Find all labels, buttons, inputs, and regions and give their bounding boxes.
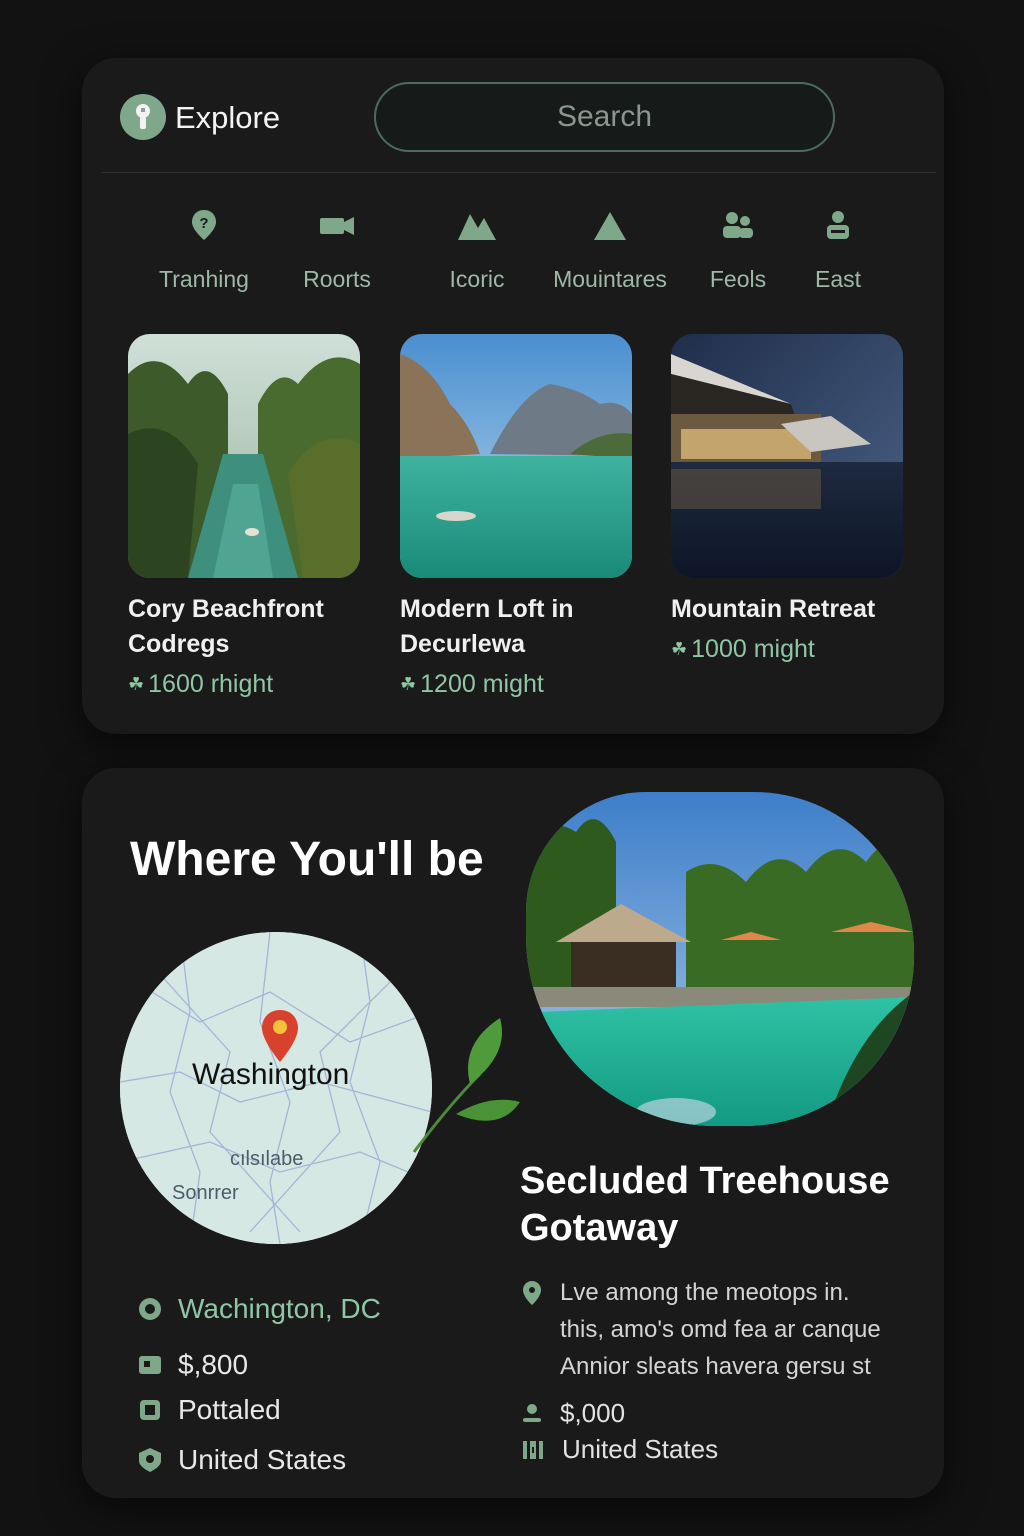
featured-country-row: United States [522,1434,718,1465]
featured-price: $,000 [560,1398,626,1428]
help-circle-icon: ? [192,210,216,240]
page-title: Explore [175,100,281,135]
listing-price: ☘ 1000 might [671,635,905,664]
shield-icon [139,1448,161,1472]
listing-title-line: Codregs [128,630,230,658]
category-tab-mouintares[interactable]: Mouintares [540,208,680,293]
location-type: Pottaled [178,1394,281,1425]
listing-card[interactable]: Cory Beachfront Codregs ☘ 1600 rhight [128,334,362,699]
category-label: Roorts [303,266,371,292]
listing-price-text: 1200 might [420,670,544,698]
listing-card[interactable]: Modern Loft in Decurlewa ☘ 1200 might [400,334,634,699]
explore-card: Explore Search ? Tranhing Roorts Icoric … [82,58,944,734]
app-logo-icon[interactable] [120,94,166,140]
location-country: United States [178,1444,347,1475]
map-view[interactable]: Washington cılsılabe Sonrrer [120,932,432,1244]
building-icon [523,1440,543,1459]
home-type-icon [140,1400,160,1420]
category-label: Icoric [449,266,505,292]
category-tab-east[interactable]: East [768,208,908,293]
listing-price: ☘ 1600 rhight [128,670,362,699]
category-tab-tranhing[interactable]: ? Tranhing [134,208,274,293]
featured-description-row: Lve among the meotops in. this, amo's om… [522,1274,900,1385]
listing-title: Cory Beachfront Codregs [128,592,362,662]
location-price: $,800 [178,1349,249,1380]
category-label: Mouintares [553,266,667,292]
featured-photo[interactable] [526,792,914,1126]
featured-title: Secluded Treehouse Gotaway [520,1160,890,1249]
listing-price: ☘ 1200 might [400,670,634,699]
location-place[interactable]: Wachington, DC [178,1293,381,1325]
currency-icon: ☘ [400,674,417,694]
category-label: Tranhing [159,266,249,292]
people-icon [723,212,753,238]
listing-price-text: 1600 rhight [148,670,274,698]
section-heading: Where You'll be [130,833,484,886]
listing-card[interactable]: Mountain Retreat ☘ 1000 might [671,334,905,664]
listing-title-line: Mountain Retreat [671,595,876,623]
listing-title: Mountain Retreat [671,592,905,627]
listing-title-line: Modern Loft in [400,595,574,623]
svg-text:?: ? [199,215,208,232]
person-icon [827,211,849,239]
featured-description: Lve among the meotops in. this, amo's om… [560,1279,881,1380]
map-city-label: Washington [192,1058,350,1091]
listing-photo[interactable] [671,334,903,578]
location-type-row: Pottaled [136,1394,281,1426]
video-camera-icon [320,217,354,235]
location-price-row: $,800 [136,1349,248,1381]
category-tab-icoric[interactable]: Icoric [407,208,547,293]
mountains-icon [458,214,496,240]
listing-photo[interactable] [128,334,360,578]
listing-title: Modern Loft in Decurlewa [400,592,634,662]
currency-icon: ☘ [671,639,688,659]
listing-title-line: Decurlewa [400,630,526,658]
leaf-decoration-icon [410,1014,522,1159]
location-pin-icon [523,1281,541,1305]
triangle-icon [594,212,626,240]
featured-price-row: $,000 [522,1398,625,1429]
listing-photo[interactable] [400,334,632,578]
location-card: Where You'll be Washington cılsılabe Son… [82,768,944,1498]
listing-title-line: Cory Beachfront [128,595,324,623]
map-label: Sonrrer [172,1182,239,1204]
map-label: cılsılabe [230,1148,304,1170]
search-input[interactable]: Search [374,82,835,152]
category-label: East [814,266,862,292]
header-divider [102,172,936,173]
featured-country: United States [562,1434,719,1464]
location-country-row: United States [136,1444,346,1476]
location-icon [139,1298,161,1320]
location-place-row: Wachington, DC [136,1293,381,1325]
person-icon [523,1403,541,1422]
price-tag-icon [139,1356,161,1374]
listing-price-text: 1000 might [691,635,815,663]
currency-icon: ☘ [128,674,145,694]
category-tab-roorts[interactable]: Roorts [267,208,407,293]
